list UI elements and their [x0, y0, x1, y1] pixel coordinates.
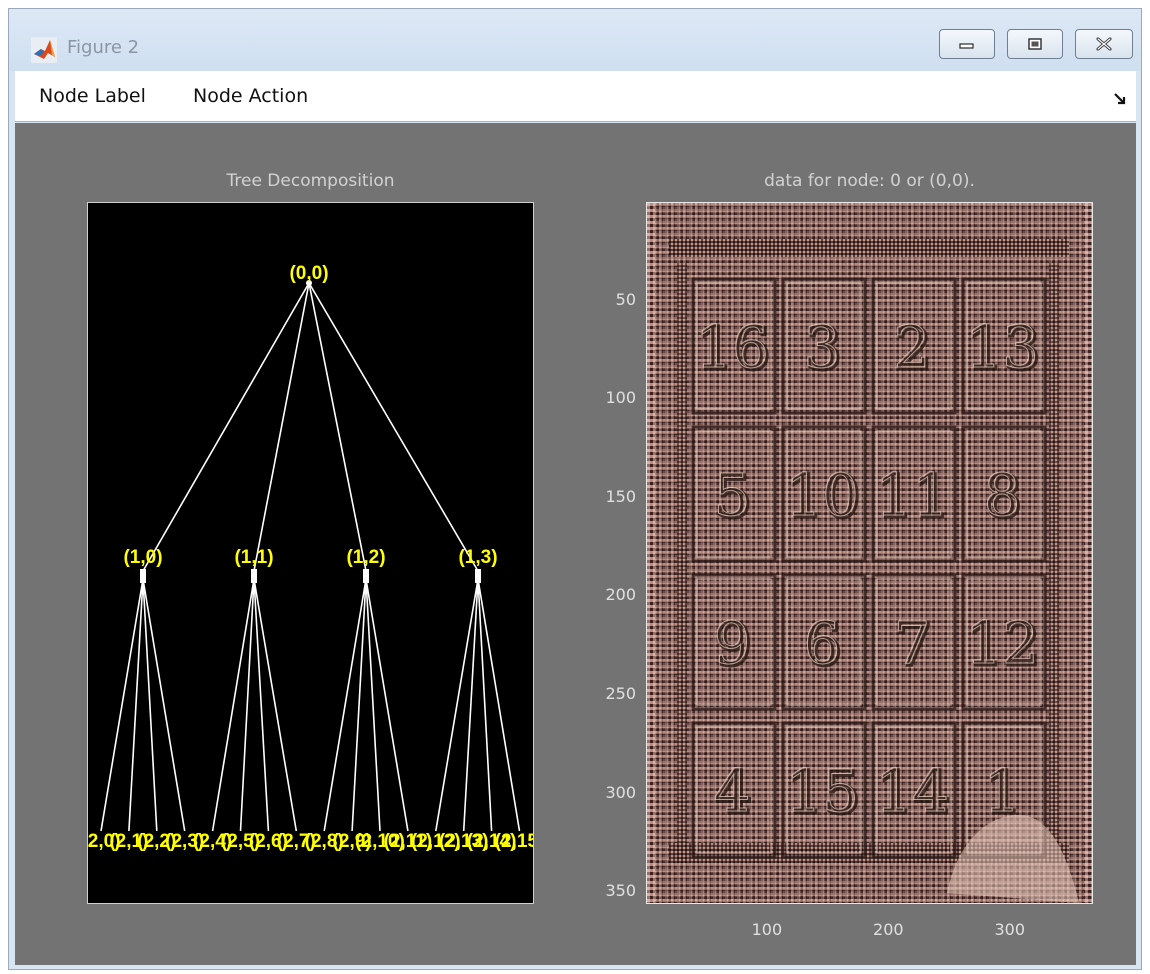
close-button[interactable]: [1075, 29, 1133, 59]
magic-square-number-highlight: 12: [965, 609, 1039, 677]
magic-square-number-highlight: 16: [695, 313, 769, 381]
figure-window: Figure 2 Node Label Node Action Tree Dec…: [8, 8, 1142, 970]
magic-square-number-highlight: 14: [875, 757, 949, 825]
x-tick-label: 300: [994, 920, 1026, 939]
magic-square-number-highlight: 13: [965, 313, 1039, 381]
tree-edge-1-7: [253, 578, 298, 832]
y-tick-label: 350: [605, 881, 636, 901]
dock-arrow-icon[interactable]: [1112, 91, 1128, 107]
x-tick-label: 100: [751, 920, 783, 939]
matlab-logo-icon: [31, 37, 57, 63]
magic-square-number-highlight: 8: [984, 461, 1021, 529]
magic-square-number-highlight: 3: [804, 313, 841, 381]
node-data-image: 1616 33 22 131355 1010 1111 8899 66 77 121244 1515…: [647, 203, 1092, 903]
y-tick-label: 200: [605, 585, 636, 605]
window-title: Figure 2: [67, 37, 140, 58]
magic-square-number-highlight: 15: [785, 757, 859, 825]
menu-node-label[interactable]: Node Label: [39, 85, 146, 107]
figure-canvas: Tree Decomposition (0,0) (1,0) (1,1) (1,2) (…: [15, 123, 1136, 965]
y-tick-label: 100: [605, 388, 636, 408]
magic-square-number-highlight: 5: [714, 461, 751, 529]
tree-node-level1-3[interactable]: [475, 569, 481, 583]
tree-plot-title: Tree Decomposition: [226, 171, 395, 191]
tree-label-level1-0[interactable]: (1,0): [123, 547, 162, 568]
magic-square-number-highlight: 11: [875, 461, 949, 529]
tree-diagram: (0,0)(1,0)(1,1)(1,2)(1,3)(2,0)(2,1)(2,2)…: [88, 263, 533, 852]
magic-square-number-highlight: 10: [785, 461, 859, 529]
menu-node-action[interactable]: Node Action: [193, 85, 308, 107]
image-plot-title: data for node: 0 or (0,0).: [764, 171, 975, 191]
y-tick-label: 50: [615, 289, 636, 309]
tree-node-level1-1[interactable]: [251, 569, 257, 583]
title-bar[interactable]: Figure 2: [9, 9, 1141, 71]
magic-square-number-highlight: 1: [984, 757, 1021, 825]
close-icon: [1096, 37, 1112, 51]
restore-button[interactable]: [1007, 29, 1063, 59]
x-tick-label: 200: [873, 920, 904, 939]
tree-edge-root-3: [308, 282, 479, 572]
restore-icon: [1028, 38, 1042, 50]
image-axes[interactable]: 16 16 3 3 2 2 13 13 5 5 10 10 11 11 8 8 9 9 6 6 7 7 12 12 4 4 15 15…: [646, 202, 1093, 904]
tree-edge-3-12: [435, 578, 479, 832]
magic-square-number-highlight: 9: [714, 609, 751, 677]
tree-edge-root-2: [308, 282, 367, 572]
tree-label-level2-15[interactable]: (2,15): [495, 831, 533, 852]
tree-node-level1-0[interactable]: [140, 569, 146, 583]
tree-edge-3-13: [462, 578, 479, 832]
tree-axes[interactable]: (0,0)(1,0)(1,1)(1,2)(1,3)(2,0)(2,1)(2,2)…: [87, 202, 534, 904]
magic-square-number-highlight: 4: [714, 757, 751, 825]
tree-edge-root-0: [142, 282, 310, 572]
tree-label-level1-3[interactable]: (1,3): [458, 547, 497, 568]
magic-square-number-highlight: 6: [804, 609, 841, 677]
tree-label-level1-2[interactable]: (1,2): [346, 547, 385, 568]
y-tick-label: 150: [605, 486, 636, 506]
y-tick-label: 250: [605, 683, 636, 703]
tree-node-level1-2[interactable]: [363, 569, 369, 583]
menu-bar: Node Label Node Action: [15, 71, 1136, 122]
tree-edge-root-1: [253, 282, 310, 572]
minimize-icon: [959, 43, 974, 49]
tree-label-level1-1[interactable]: (1,1): [234, 547, 273, 568]
magic-square-number-highlight: 7: [894, 609, 931, 677]
tree-label-root[interactable]: (0,0): [289, 263, 328, 284]
tree-edge-1-6: [253, 578, 270, 832]
minimize-button[interactable]: [939, 29, 995, 59]
magic-square-number-highlight: 2: [894, 313, 931, 381]
y-tick-label: 300: [605, 782, 636, 802]
